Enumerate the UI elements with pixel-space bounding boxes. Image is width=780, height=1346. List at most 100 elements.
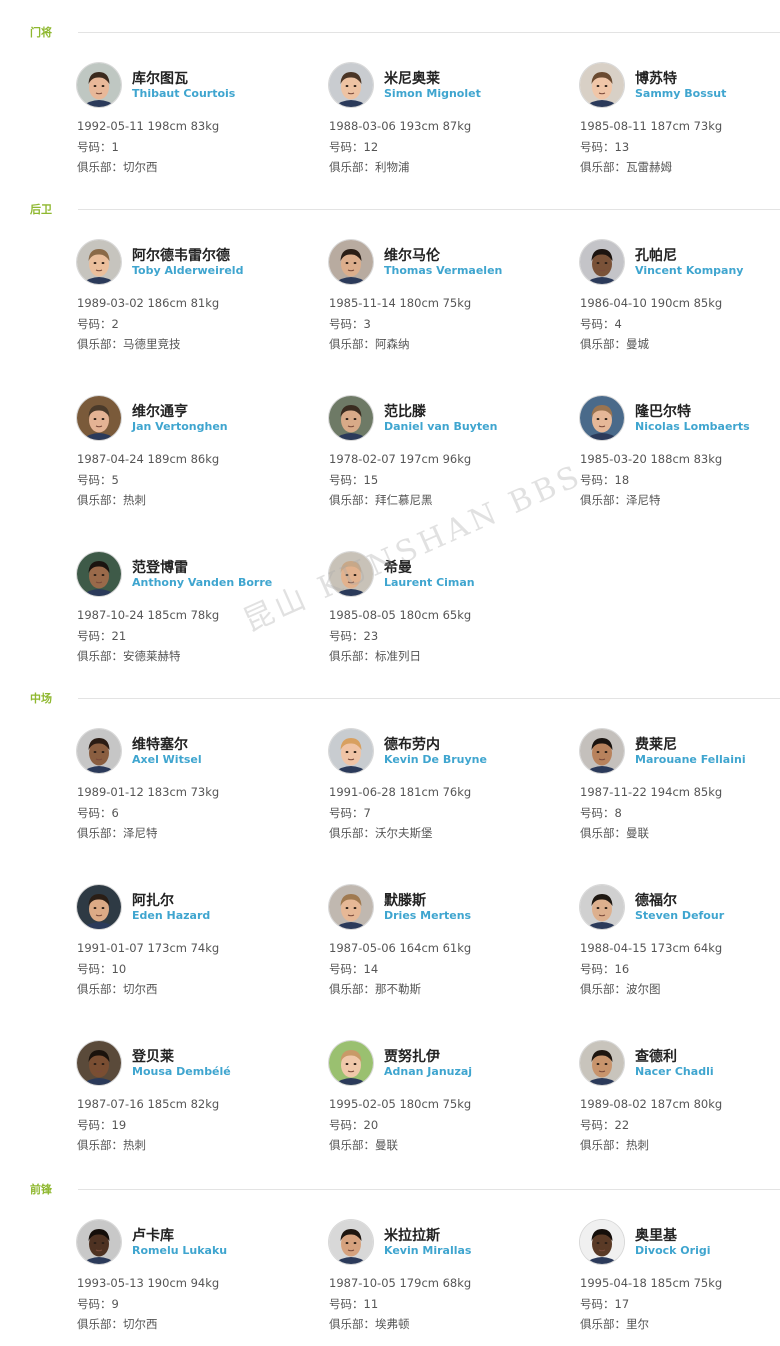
player-card[interactable]: 范比滕 Daniel van Buyten 1978-02-07 197cm 96k… (329, 396, 549, 516)
player-name-cn[interactable]: 阿扎尔 (132, 890, 174, 910)
player-club: 俱乐部：沃尔夫斯堡 (329, 826, 433, 840)
player-name-en[interactable]: Marouane Fellaini (635, 753, 746, 766)
player-card[interactable]: 奥里基 Divock Origi 1995-04-18 185cm 75kg 号码：1… (580, 1220, 780, 1340)
player-card[interactable]: 卢卡库 Romelu Lukaku 1993-05-13 190cm 94kg 号码：… (77, 1220, 297, 1340)
player-card[interactable]: 登贝莱 Mousa Dembélé 1987-07-16 185cm 82kg 号码：… (77, 1041, 297, 1161)
player-card[interactable]: 维尔马伦 Thomas Vermaelen 1985-11-14 180cm 75k… (329, 240, 549, 360)
player-card[interactable]: 维尔通亨 Jan Vertonghen 1987-04-24 189cm 86kg 号… (77, 396, 297, 516)
player-name-en[interactable]: Kevin Mirallas (384, 1244, 471, 1257)
player-name-cn[interactable]: 阿尔德韦雷尔德 (132, 245, 230, 265)
player-name-en[interactable]: Toby Alderweireld (132, 264, 243, 277)
player-avatar[interactable] (77, 396, 121, 440)
player-name-en[interactable]: Axel Witsel (132, 753, 202, 766)
player-name-cn[interactable]: 贾努扎伊 (384, 1046, 440, 1066)
player-avatar[interactable] (329, 63, 373, 107)
player-card[interactable]: 德福尔 Steven Defour 1988-04-15 173cm 64kg 号码：… (580, 885, 780, 1005)
player-name-cn[interactable]: 孔帕尼 (635, 245, 677, 265)
player-avatar[interactable] (580, 1220, 624, 1264)
player-avatar[interactable] (580, 396, 624, 440)
player-avatar[interactable] (580, 240, 624, 284)
player-name-en[interactable]: Nacer Chadli (635, 1065, 714, 1078)
player-card[interactable]: 范登博雷 Anthony Vanden Borre 1987-10-24 185cm… (77, 552, 297, 672)
player-name-en[interactable]: Divock Origi (635, 1244, 711, 1257)
player-card[interactable]: 默滕斯 Dries Mertens 1987-05-06 164cm 61kg 号码：… (329, 885, 549, 1005)
player-club: 俱乐部：切尔西 (77, 982, 158, 996)
player-name-cn[interactable]: 博苏特 (635, 68, 677, 88)
player-name-en[interactable]: Jan Vertonghen (132, 420, 228, 433)
player-club: 俱乐部：那不勒斯 (329, 982, 421, 996)
player-avatar[interactable] (329, 552, 373, 596)
player-name-cn[interactable]: 奥里基 (635, 1225, 677, 1245)
player-card[interactable]: 博苏特 Sammy Bossut 1985-08-11 187cm 73kg 号码：1… (580, 63, 780, 183)
player-card[interactable]: 库尔图瓦 Thibaut Courtois 1992-05-11 198cm 83k… (77, 63, 297, 183)
player-name-en[interactable]: Anthony Vanden Borre (132, 576, 272, 589)
player-name-en[interactable]: Laurent Ciman (384, 576, 475, 589)
player-number: 号码：6 (77, 806, 119, 820)
player-avatar[interactable] (580, 729, 624, 773)
player-name-cn[interactable]: 希曼 (384, 557, 412, 577)
player-avatar[interactable] (77, 552, 121, 596)
player-avatar[interactable] (77, 1220, 121, 1264)
player-avatar[interactable] (77, 63, 121, 107)
player-name-cn[interactable]: 登贝莱 (132, 1046, 174, 1066)
player-card[interactable]: 查德利 Nacer Chadli 1989-08-02 187cm 80kg 号码：2… (580, 1041, 780, 1161)
player-avatar[interactable] (329, 729, 373, 773)
player-name-cn[interactable]: 维尔马伦 (384, 245, 440, 265)
player-card[interactable]: 隆巴尔特 Nicolas Lombaerts 1985-03-20 188cm 83… (580, 396, 780, 516)
player-card[interactable]: 孔帕尼 Vincent Kompany 1986-04-10 190cm 85kg 号… (580, 240, 780, 360)
player-name-cn[interactable]: 费莱尼 (635, 734, 677, 754)
player-name-cn[interactable]: 德布劳内 (384, 734, 440, 754)
player-card[interactable]: 米拉拉斯 Kevin Mirallas 1987-10-05 179cm 68kg 号… (329, 1220, 549, 1340)
player-name-en[interactable]: Kevin De Bruyne (384, 753, 487, 766)
player-card[interactable]: 费莱尼 Marouane Fellaini 1987-11-22 194cm 85k… (580, 729, 780, 849)
player-card[interactable]: 米尼奥莱 Simon Mignolet 1988-03-06 193cm 87kg 号… (329, 63, 549, 183)
player-name-en[interactable]: Mousa Dembélé (132, 1065, 231, 1078)
player-card[interactable]: 阿尔德韦雷尔德 Toby Alderweireld 1989-03-02 186cm… (77, 240, 297, 360)
player-avatar[interactable] (580, 1041, 624, 1085)
player-avatar[interactable] (77, 885, 121, 929)
player-avatar[interactable] (329, 885, 373, 929)
player-club: 俱乐部：曼联 (329, 1138, 398, 1152)
player-name-cn[interactable]: 隆巴尔特 (635, 401, 691, 421)
player-name-cn[interactable]: 默滕斯 (384, 890, 426, 910)
player-avatar[interactable] (580, 63, 624, 107)
player-avatar[interactable] (329, 1220, 373, 1264)
player-name-en[interactable]: Adnan Januzaj (384, 1065, 472, 1078)
player-name-en[interactable]: Nicolas Lombaerts (635, 420, 750, 433)
player-card[interactable]: 希曼 Laurent Ciman 1985-08-05 180cm 65kg 号码：2… (329, 552, 549, 672)
player-name-en[interactable]: Steven Defour (635, 909, 724, 922)
player-name-en[interactable]: Vincent Kompany (635, 264, 743, 277)
player-avatar[interactable] (329, 1041, 373, 1085)
player-card[interactable]: 贾努扎伊 Adnan Januzaj 1995-02-05 180cm 75kg 号码… (329, 1041, 549, 1161)
player-number: 号码：4 (580, 317, 622, 331)
player-name-en[interactable]: Daniel van Buyten (384, 420, 497, 433)
player-stats: 1987-05-06 164cm 61kg (329, 941, 472, 955)
player-avatar[interactable] (580, 885, 624, 929)
player-name-en[interactable]: Dries Mertens (384, 909, 471, 922)
player-name-cn[interactable]: 卢卡库 (132, 1225, 174, 1245)
player-name-en[interactable]: Simon Mignolet (384, 87, 481, 100)
player-avatar[interactable] (77, 240, 121, 284)
section-title: 前锋 (30, 1183, 52, 1196)
player-card[interactable]: 阿扎尔 Eden Hazard 1991-01-07 173cm 74kg 号码：10… (77, 885, 297, 1005)
player-avatar[interactable] (77, 729, 121, 773)
player-name-en[interactable]: Romelu Lukaku (132, 1244, 227, 1257)
player-name-cn[interactable]: 范登博雷 (132, 557, 188, 577)
player-card[interactable]: 德布劳内 Kevin De Bruyne 1991-06-28 181cm 76kg… (329, 729, 549, 849)
player-name-cn[interactable]: 范比滕 (384, 401, 426, 421)
player-name-cn[interactable]: 米尼奥莱 (384, 68, 440, 88)
player-name-en[interactable]: Thomas Vermaelen (384, 264, 502, 277)
player-name-en[interactable]: Sammy Bossut (635, 87, 726, 100)
player-name-en[interactable]: Eden Hazard (132, 909, 210, 922)
player-name-cn[interactable]: 查德利 (635, 1046, 677, 1066)
player-name-en[interactable]: Thibaut Courtois (132, 87, 235, 100)
player-name-cn[interactable]: 米拉拉斯 (384, 1225, 440, 1245)
player-name-cn[interactable]: 德福尔 (635, 890, 677, 910)
player-avatar[interactable] (329, 396, 373, 440)
player-name-cn[interactable]: 库尔图瓦 (132, 68, 188, 88)
player-avatar[interactable] (329, 240, 373, 284)
player-name-cn[interactable]: 维特塞尔 (132, 734, 188, 754)
player-avatar[interactable] (77, 1041, 121, 1085)
player-name-cn[interactable]: 维尔通亨 (132, 401, 188, 421)
player-card[interactable]: 维特塞尔 Axel Witsel 1989-01-12 183cm 73kg 号码：6… (77, 729, 297, 849)
